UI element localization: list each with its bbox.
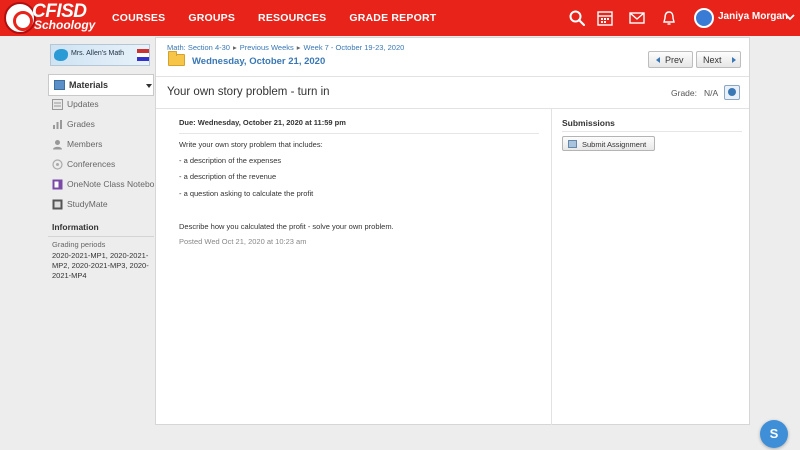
assignment-body-line: - a description of the expenses xyxy=(179,156,282,165)
assignment-title: Your own story problem - turn in xyxy=(167,86,330,98)
upload-icon xyxy=(568,140,577,148)
due-date: Due: Wednesday, October 21, 2020 at 11:5… xyxy=(179,118,346,127)
top-navigation-bar: CFISD Schoology COURSES GROUPS RESOURCES… xyxy=(0,0,800,36)
nav-groups[interactable]: GROUPS xyxy=(188,0,235,36)
sidebar-item-label: Materials xyxy=(69,80,109,90)
assignment-body-line: - a description of the revenue xyxy=(179,172,277,181)
sidebar-item-label: Grades xyxy=(67,119,95,129)
breadcrumb: Math: Section 4-30 ▸ Previous Weeks ▸ Week 7… xyxy=(167,43,404,52)
divider xyxy=(156,108,749,109)
sidebar-item-grades[interactable]: Grades xyxy=(52,118,156,132)
user-name[interactable]: Janiya Morgan xyxy=(718,11,788,22)
course-profile-image[interactable]: Mrs. Allen's Math xyxy=(50,44,150,66)
arrow-right-icon xyxy=(732,57,736,63)
sidebar-item-label: StudyMate xyxy=(67,199,108,209)
assignment-body-line: Describe how you calculated the profit -… xyxy=(179,222,394,231)
breadcrumb-separator-icon: ▸ xyxy=(296,43,301,52)
course-image-text: Mrs. Allen's Math xyxy=(71,50,125,57)
search-icon[interactable] xyxy=(568,9,586,27)
sidebar-item-label: Conferences xyxy=(67,159,116,169)
prev-button[interactable]: Prev xyxy=(648,51,693,68)
prev-button-label: Prev xyxy=(665,55,684,65)
bird-icon xyxy=(54,49,68,61)
chevron-down-icon[interactable] xyxy=(784,11,796,23)
grade-value: N/A xyxy=(704,88,719,98)
submit-assignment-button[interactable]: Submit Assignment xyxy=(562,136,655,151)
studymate-icon xyxy=(52,199,63,210)
caret-down-icon[interactable] xyxy=(146,84,152,88)
folder-title[interactable]: Wednesday, October 21, 2020 xyxy=(192,56,325,67)
help-button-label: S xyxy=(769,426,779,441)
breadcrumb-week[interactable]: Week 7 - October 19-23, 2020 xyxy=(304,43,405,52)
sidebar-item-members[interactable]: Members xyxy=(52,138,156,152)
folder-icon xyxy=(168,51,185,66)
divider xyxy=(179,133,539,134)
cfisd-schoology-logo[interactable]: CFISD Schoology xyxy=(4,2,100,34)
main-nav: COURSES GROUPS RESOURCES GRADE REPORT xyxy=(112,0,459,36)
materials-icon xyxy=(54,80,65,90)
grading-periods-label: Grading periods xyxy=(52,240,106,249)
sidebar-item-conferences[interactable]: Conferences xyxy=(52,158,156,172)
sidebar-item-studymate[interactable]: StudyMate xyxy=(52,198,156,212)
help-chat-button[interactable]: S xyxy=(760,420,788,448)
arrow-left-icon xyxy=(656,57,660,63)
members-icon xyxy=(53,140,62,150)
grading-periods-value: 2020-2021-MP1, 2020-2021-MP2, 2020-2021-… xyxy=(52,251,149,280)
next-button[interactable]: Next xyxy=(696,51,741,68)
logo-sub-text: Schoology xyxy=(34,18,96,32)
assignment-body-line: - a question asking to calculate the pro… xyxy=(179,189,314,198)
nav-courses[interactable]: COURSES xyxy=(112,0,165,36)
divider xyxy=(156,76,749,77)
conferences-icon xyxy=(52,159,63,170)
information-heading: Information xyxy=(52,222,99,232)
onenote-icon xyxy=(52,179,63,190)
submissions-heading: Submissions xyxy=(562,118,615,128)
next-button-label: Next xyxy=(703,55,722,65)
mail-icon[interactable] xyxy=(628,9,646,27)
sidebar-item-updates[interactable]: Updates xyxy=(52,98,156,112)
avatar[interactable] xyxy=(694,8,714,28)
flag-icon xyxy=(137,49,149,61)
sidebar-item-onenote[interactable]: OneNote Class Notebo... xyxy=(52,178,162,192)
sidebar-item-materials[interactable]: Materials xyxy=(48,74,154,96)
nav-resources[interactable]: RESOURCES xyxy=(258,0,326,36)
sidebar-item-label: Updates xyxy=(67,99,99,109)
updates-icon xyxy=(52,99,63,110)
notification-bell-icon[interactable] xyxy=(660,9,678,27)
assignment-panel: Math: Section 4-30 ▸ Previous Weeks ▸ Week 7… xyxy=(155,37,750,425)
divider xyxy=(48,236,154,237)
grades-icon xyxy=(53,120,62,129)
calendar-icon[interactable] xyxy=(596,9,614,27)
submit-assignment-label: Submit Assignment xyxy=(582,140,647,149)
posted-timestamp: Posted Wed Oct 21, 2020 at 10:23 am xyxy=(179,237,307,246)
sidebar-item-label: OneNote Class Notebo... xyxy=(67,179,162,189)
info-icon[interactable] xyxy=(724,85,740,100)
grade-label: Grade: xyxy=(671,88,697,98)
nav-grade-report[interactable]: GRADE REPORT xyxy=(349,0,436,36)
breadcrumb-separator-icon: ▸ xyxy=(232,43,237,52)
assignment-body-line: Write your own story problem that includ… xyxy=(179,140,323,149)
sidebar-item-label: Members xyxy=(67,139,103,149)
divider xyxy=(562,131,742,132)
column-divider xyxy=(551,109,552,425)
breadcrumb-previous-weeks[interactable]: Previous Weeks xyxy=(240,43,294,52)
